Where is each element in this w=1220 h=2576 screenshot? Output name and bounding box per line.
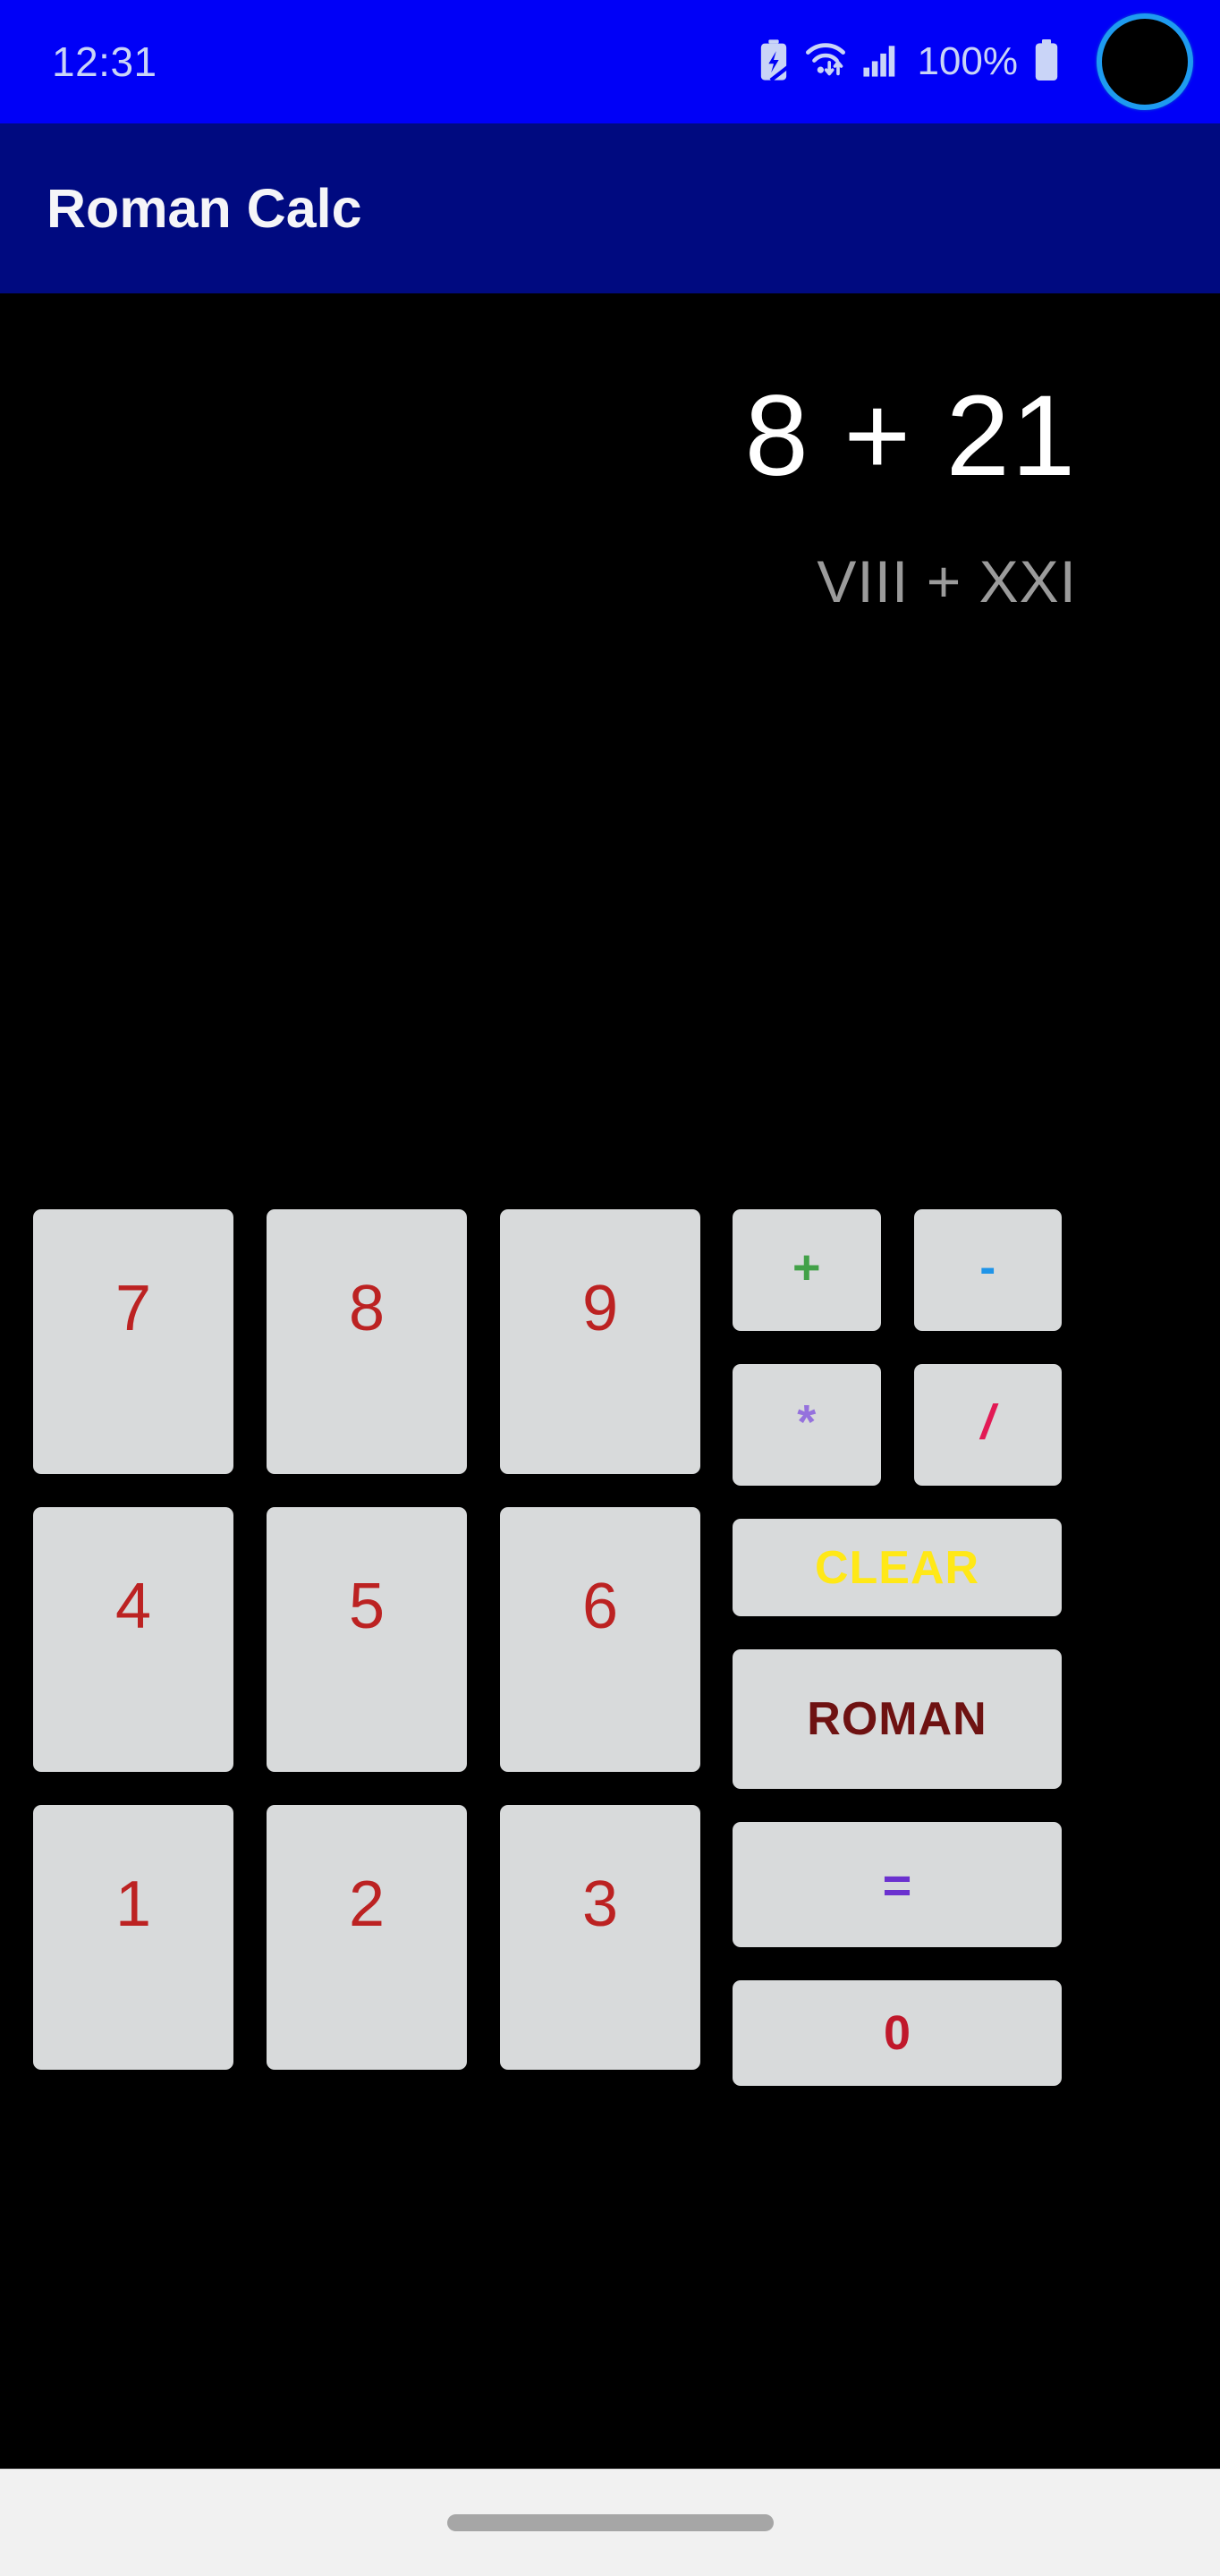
camera-punch-hole bbox=[1097, 13, 1193, 110]
app-title: Roman Calc bbox=[47, 178, 362, 239]
system-navigation-bar bbox=[0, 2469, 1220, 2576]
key-3[interactable]: 3 bbox=[500, 1805, 700, 2070]
key-minus[interactable]: - bbox=[913, 1209, 1062, 1332]
battery-icon bbox=[1033, 38, 1060, 85]
key-9[interactable]: 9 bbox=[500, 1209, 700, 1474]
battery-saver-icon bbox=[758, 38, 795, 85]
status-icons: 100% bbox=[758, 13, 1193, 110]
key-4[interactable]: 4 bbox=[33, 1507, 233, 1772]
home-gesture-pill[interactable] bbox=[446, 2514, 774, 2531]
status-bar: 12:31 100% bbox=[0, 0, 1220, 123]
calculator-display: 8 + 21 VIII + XXI bbox=[0, 293, 1220, 1179]
wifi-data-icon bbox=[804, 41, 847, 83]
key-2[interactable]: 2 bbox=[267, 1805, 467, 2070]
status-time: 12:31 bbox=[52, 38, 157, 85]
key-7[interactable]: 7 bbox=[33, 1209, 233, 1474]
key-divide[interactable]: / bbox=[913, 1364, 1062, 1487]
expression-decimal: 8 + 21 bbox=[744, 372, 1077, 500]
number-grid: 7 8 9 4 5 6 1 2 3 bbox=[33, 1209, 700, 2086]
expression-roman: VIII + XXI bbox=[817, 548, 1077, 614]
key-0[interactable]: 0 bbox=[733, 1980, 1062, 2087]
key-roman[interactable]: ROMAN bbox=[733, 1648, 1062, 1790]
operator-column: + - * / CLEAR ROMAN = 0 bbox=[733, 1209, 1062, 2087]
cellular-signal-icon bbox=[862, 42, 898, 82]
phone-screen: 12:31 100% Roman Calc 8 + 21 VIII + XXI … bbox=[0, 0, 1220, 2576]
operator-row-1: + - bbox=[733, 1209, 1062, 1332]
key-8[interactable]: 8 bbox=[267, 1209, 467, 1474]
key-6[interactable]: 6 bbox=[500, 1507, 700, 1772]
battery-percent-label: 100% bbox=[917, 39, 1018, 83]
key-5[interactable]: 5 bbox=[267, 1507, 467, 1772]
key-plus[interactable]: + bbox=[733, 1209, 881, 1332]
operator-row-2: * / bbox=[733, 1364, 1062, 1487]
key-1[interactable]: 1 bbox=[33, 1805, 233, 2070]
keypad: 7 8 9 4 5 6 1 2 3 + - * / CLEAR ROMAN = … bbox=[33, 1209, 1062, 2087]
key-multiply[interactable]: * bbox=[733, 1364, 881, 1487]
key-equals[interactable]: = bbox=[733, 1822, 1062, 1948]
app-bar: Roman Calc bbox=[0, 123, 1220, 293]
key-clear[interactable]: CLEAR bbox=[733, 1519, 1062, 1616]
